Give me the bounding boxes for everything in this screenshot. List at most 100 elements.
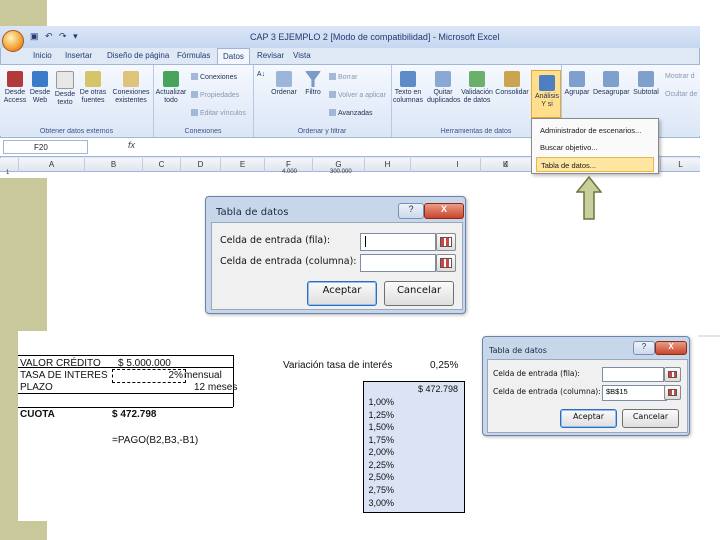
help-button[interactable]: ?: [633, 341, 655, 355]
texto-columnas-button[interactable]: Texto en columnas: [393, 71, 423, 105]
refresh-icon: [163, 71, 179, 87]
row-input-field[interactable]: [602, 367, 664, 382]
tab-inicio[interactable]: Inicio: [28, 48, 57, 64]
col-ref-button[interactable]: [436, 254, 456, 272]
col-header-k[interactable]: K: [480, 158, 530, 172]
rate-value: 2,25%: [368, 460, 394, 470]
col-ref-button[interactable]: [664, 385, 681, 400]
tab-formulas[interactable]: Fórmulas: [172, 48, 215, 64]
col-header-c[interactable]: C: [142, 158, 180, 172]
cuota-label: CUOTA: [20, 409, 55, 420]
desde-texto-button[interactable]: Desde texto: [53, 71, 77, 107]
group-conexiones: Actualizar todo Conexiones Propiedades E…: [153, 65, 254, 137]
variacion-value: 0,25%: [430, 360, 459, 371]
validation-icon: [469, 71, 485, 87]
col-input-label: Celda de entrada (columna):: [493, 387, 601, 396]
close-button[interactable]: X: [655, 341, 687, 355]
col-header-h[interactable]: H: [364, 158, 410, 172]
menu-item-buscar-objetivo[interactable]: Buscar objetivo...: [536, 140, 654, 155]
funnel-icon: [305, 71, 321, 87]
subtotal-button[interactable]: Subtotal: [631, 71, 661, 97]
consolidar-button[interactable]: Consolidar: [495, 71, 529, 97]
data-table-range: $ 472.798 1,00% 1,25% 1,50% 1,75% 2,00% …: [363, 381, 465, 513]
col-header-e[interactable]: E: [220, 158, 264, 172]
text-file-icon: [56, 71, 74, 89]
desde-web-button[interactable]: Desde Web: [28, 71, 52, 105]
col-header-a[interactable]: A: [18, 158, 84, 172]
col-header-b[interactable]: B: [84, 158, 142, 172]
reapply-icon: [329, 91, 336, 98]
tab-insertar[interactable]: Insertar: [60, 48, 97, 64]
cancelar-button[interactable]: Cancelar: [384, 281, 454, 306]
group-label-obtener: Obtener datos externos: [39, 128, 114, 135]
quitar-duplicados-button[interactable]: Quitar duplicados: [427, 71, 460, 105]
conexiones-button[interactable]: Conexiones: [191, 73, 237, 81]
actualizar-todo-button[interactable]: Actualizar todo: [155, 71, 187, 105]
col-header-l[interactable]: L: [660, 158, 700, 172]
web-icon: [32, 71, 48, 87]
tab-revisar[interactable]: Revisar: [252, 48, 289, 64]
mostrar-detalle-button[interactable]: Mostrar d: [665, 73, 695, 80]
row-border: [18, 393, 233, 394]
col-input-field[interactable]: $B$15: [602, 385, 667, 401]
menu-item-tabla-datos[interactable]: Tabla de datos...: [536, 157, 654, 172]
tab-datos[interactable]: Datos: [217, 48, 250, 64]
otras-fuentes-button[interactable]: De otras fuentes: [78, 71, 108, 105]
propiedades-button[interactable]: Propiedades: [191, 91, 239, 99]
up-arrow-icon: [576, 176, 602, 220]
sort-icon: [276, 71, 292, 87]
filtro-button[interactable]: Filtro: [301, 71, 325, 97]
edit-links-icon: [191, 109, 198, 116]
menu-item-escenarios[interactable]: Administrador de escenarios...: [536, 123, 654, 138]
group-ordenar-filtrar: A↓ Ordenar Filtro Borrar Volver a aplica…: [253, 65, 392, 137]
close-button[interactable]: X: [424, 203, 464, 219]
col-header-d[interactable]: D: [180, 158, 220, 172]
tasa-value: 2%: [112, 369, 186, 383]
row-ref-button[interactable]: [436, 233, 456, 251]
valor-credito-label: VALOR CRÉDITO: [20, 358, 101, 369]
editar-vinculos-button[interactable]: Editar vínculos: [191, 109, 246, 117]
what-if-icon: [539, 75, 555, 91]
range-select-icon: [668, 389, 677, 396]
analisis-y-si-button[interactable]: Análisis Y si: [531, 70, 561, 118]
dialog-body: Celda de entrada (fila): Celda de entrad…: [487, 359, 688, 433]
aceptar-button[interactable]: Aceptar: [560, 409, 617, 428]
desde-access-button[interactable]: Desde Access: [2, 71, 28, 105]
agrupar-button[interactable]: Agrupar: [563, 71, 591, 97]
tab-vista[interactable]: Vista: [288, 48, 316, 64]
borrar-button[interactable]: Borrar: [329, 73, 357, 81]
cancelar-button[interactable]: Cancelar: [622, 409, 679, 428]
row-ref-button[interactable]: [664, 367, 681, 382]
cuota-value: $ 472.798: [112, 409, 157, 420]
row-input-field[interactable]: [360, 233, 436, 251]
tab-diseno-pagina[interactable]: Diseño de página: [102, 48, 174, 64]
sort-az-button[interactable]: A↓: [255, 71, 267, 79]
conexiones-existentes-button[interactable]: Conexiones existentes: [110, 71, 152, 105]
tabla-datos-dialog-filled: Tabla de datos ? X Celda de entrada (fil…: [482, 336, 690, 436]
rate-value: 1,75%: [368, 435, 394, 445]
help-button[interactable]: ?: [398, 203, 424, 219]
remove-duplicates-icon: [435, 71, 451, 87]
dialog-title: Tabla de datos: [489, 346, 547, 355]
name-box[interactable]: F20: [3, 140, 88, 154]
link-icon: [191, 73, 198, 80]
volver-aplicar-button[interactable]: Volver a aplicar: [329, 91, 386, 99]
range-select-icon: [440, 258, 452, 268]
ordenar-button[interactable]: Ordenar: [269, 71, 299, 97]
validacion-datos-button[interactable]: Validación de datos: [461, 71, 493, 105]
cell-f1: 4.000: [282, 169, 298, 175]
ocultar-detalle-button[interactable]: Ocultar de: [665, 91, 697, 98]
rate-value: 2,75%: [368, 485, 394, 495]
desagrupar-button[interactable]: Desagrupar: [593, 71, 630, 97]
avanzadas-button[interactable]: Avanzadas: [329, 109, 373, 117]
quick-access-toolbar[interactable]: ▣ ↶ ↷ ▾: [30, 31, 100, 45]
col-input-field[interactable]: [360, 254, 436, 272]
fx-icon[interactable]: fx: [128, 140, 142, 154]
row-number: 1: [6, 170, 10, 176]
formula-text: =PAGO(B2,B3,-B1): [112, 435, 199, 446]
group-label-conexiones: Conexiones: [184, 128, 222, 135]
rate-value: 3,00%: [368, 498, 394, 508]
rate-value: 1,25%: [368, 410, 394, 420]
aceptar-button[interactable]: Aceptar: [307, 281, 377, 306]
group-obtener-datos: Desde Access Desde Web Desde texto De ot…: [0, 65, 154, 137]
